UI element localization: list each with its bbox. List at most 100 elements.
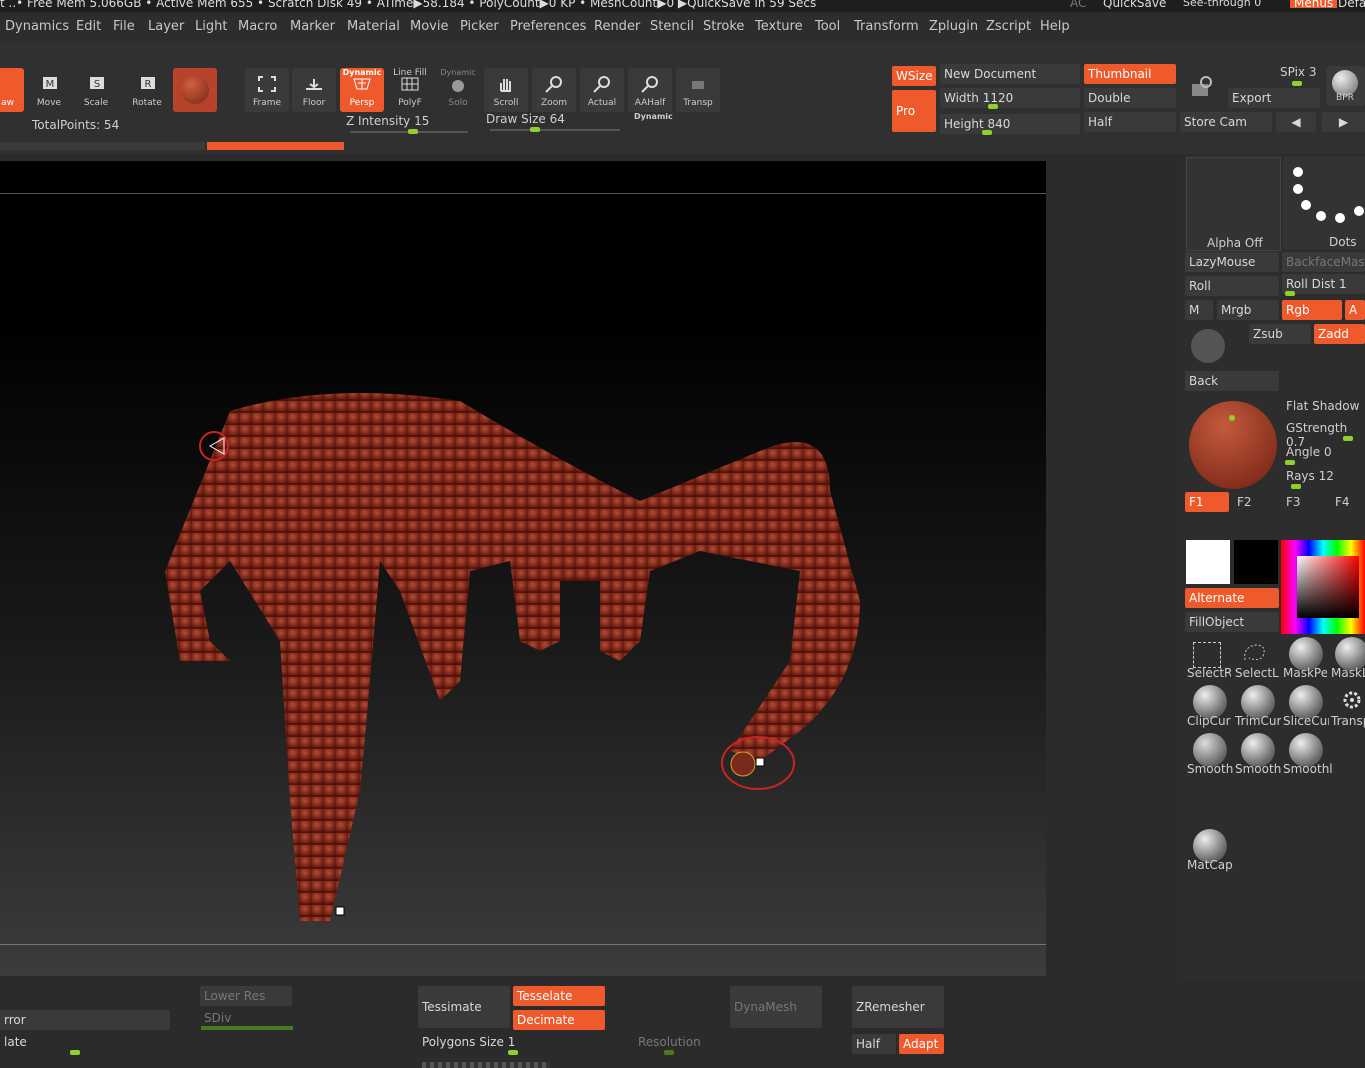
color-picker[interactable] — [1281, 540, 1365, 634]
menu-texture[interactable]: Texture — [755, 19, 803, 34]
next-cam-button[interactable]: ▶ — [1322, 112, 1365, 132]
error-slider[interactable]: rror — [0, 1010, 170, 1030]
f1-button[interactable]: F1 — [1185, 492, 1229, 512]
new-document-button[interactable]: New Document — [940, 64, 1080, 84]
rotate-button[interactable]: R Rotate — [125, 68, 169, 112]
menu-stroke[interactable]: Stroke — [703, 19, 744, 34]
document-canvas[interactable] — [0, 161, 1046, 976]
select-rect-icon[interactable] — [1193, 642, 1221, 668]
polyf-button[interactable]: Line Fill PolyF — [388, 68, 432, 112]
scale-button[interactable]: S Scale — [74, 68, 118, 112]
main-color-swatch[interactable] — [1186, 540, 1230, 584]
rgb-button[interactable]: Rgb — [1282, 300, 1342, 320]
zremesher-half-button[interactable]: Half — [852, 1034, 896, 1054]
menu-layer[interactable]: Layer — [148, 19, 184, 34]
see-through-slider[interactable]: See-through 0 — [1183, 0, 1273, 8]
menu-file[interactable]: File — [113, 19, 135, 34]
fillobject-button[interactable]: FillObject — [1185, 612, 1279, 632]
menu-marker[interactable]: Marker — [290, 19, 335, 34]
solo-button[interactable]: Dynamic Solo — [436, 68, 480, 112]
spix-slider[interactable]: SPix 3 — [1280, 65, 1316, 79]
move-button[interactable]: M Move — [27, 68, 71, 112]
select-lasso-icon[interactable] — [1241, 642, 1269, 666]
transp-button[interactable]: Transp — [676, 68, 720, 112]
zsub-button[interactable]: Zsub — [1249, 324, 1311, 344]
late-slider[interactable]: late — [0, 1032, 170, 1052]
height-slider[interactable]: Height 840 — [940, 114, 1080, 135]
zsphere-hand-model[interactable] — [0, 161, 1046, 976]
scroll-button[interactable]: Scroll — [484, 68, 528, 112]
dynamesh-button[interactable]: DynaMesh — [730, 986, 822, 1028]
menu-zplugin[interactable]: Zplugin — [929, 19, 978, 34]
polygons-size-knob[interactable] — [508, 1050, 518, 1055]
lazymouse-button[interactable]: LazyMouse — [1185, 252, 1279, 272]
pro-button[interactable]: Pro — [892, 90, 936, 132]
mrgb-button[interactable]: Mrgb — [1217, 300, 1279, 320]
m-button[interactable]: M — [1185, 300, 1213, 320]
frame-button[interactable]: Frame — [245, 68, 289, 112]
zremesher-button[interactable]: ZRemesher — [852, 986, 944, 1028]
zadd-button[interactable]: Zadd — [1314, 324, 1365, 344]
menus-toggle[interactable]: Menus — [1290, 0, 1338, 9]
export-button[interactable]: Export — [1228, 88, 1320, 108]
draw-size-knob[interactable] — [530, 127, 540, 132]
backfacemask-button[interactable]: BackfaceMask — [1282, 252, 1365, 272]
menu-light[interactable]: Light — [195, 19, 227, 34]
alternate-button[interactable]: Alternate — [1185, 588, 1279, 608]
angle-slider[interactable]: Angle 0 — [1286, 445, 1332, 459]
menu-help[interactable]: Help — [1040, 19, 1070, 34]
stroke-slot[interactable]: Dots — [1283, 157, 1365, 249]
alpha-slot[interactable]: Alpha Off — [1186, 157, 1281, 251]
bpr-button[interactable]: BPR — [1326, 66, 1365, 106]
menu-render[interactable]: Render — [594, 19, 640, 34]
light-sphere[interactable] — [1189, 401, 1277, 489]
thumbnail-button[interactable]: Thumbnail — [1084, 64, 1176, 84]
gstrength-knob[interactable] — [1343, 436, 1353, 441]
menu-zscript[interactable]: Zscript — [986, 19, 1031, 34]
rays-knob[interactable] — [1291, 484, 1301, 489]
f2-button[interactable]: F2 — [1237, 495, 1252, 509]
resolution-slider[interactable]: Resolution — [638, 1035, 701, 1049]
floor-button[interactable]: Floor — [292, 68, 336, 112]
angle-knob[interactable] — [1285, 460, 1295, 465]
menu-movie[interactable]: Movie — [410, 19, 448, 34]
back-button[interactable]: Back — [1185, 371, 1279, 391]
polygons-size-slider[interactable]: Polygons Size 1 — [418, 1032, 608, 1052]
resolution-knob[interactable] — [664, 1050, 674, 1055]
prev-cam-button[interactable]: ◀ — [1276, 112, 1316, 132]
menu-macro[interactable]: Macro — [238, 19, 277, 34]
half-button[interactable]: Half — [1084, 112, 1176, 132]
persp-button[interactable]: Dynamic Persp — [340, 68, 384, 112]
tesselate-button[interactable]: Tesselate — [513, 986, 605, 1006]
menu-material[interactable]: Material — [347, 19, 400, 34]
late-knob[interactable] — [70, 1050, 80, 1055]
z-intensity-knob[interactable] — [408, 129, 418, 134]
transpose-gear-icon[interactable] — [1339, 687, 1365, 713]
light-position-dot[interactable] — [1229, 415, 1235, 421]
menu-transform[interactable]: Transform — [854, 19, 919, 34]
quicksave-button[interactable]: QuickSave — [1103, 0, 1166, 9]
tessimate-button[interactable]: Tessimate — [418, 986, 510, 1028]
sdiv-slider[interactable]: SDiv — [204, 1011, 231, 1025]
aahalf-button[interactable]: AAHalf — [628, 68, 672, 112]
double-button[interactable]: Double — [1084, 88, 1176, 108]
draw-size-slider[interactable]: Draw Size 64 — [486, 112, 626, 132]
decimate-button[interactable]: Decimate — [513, 1010, 605, 1030]
menu-picker[interactable]: Picker — [460, 19, 499, 34]
menu-preferences[interactable]: Preferences — [510, 19, 586, 34]
f3-button[interactable]: F3 — [1286, 495, 1301, 509]
roll-dist-knob[interactable] — [1285, 291, 1295, 296]
width-slider[interactable]: Width 1120 — [940, 88, 1080, 109]
zoom-button[interactable]: Zoom — [532, 68, 576, 112]
menu-tool[interactable]: Tool — [815, 19, 840, 34]
adapt-button[interactable]: Adapt — [899, 1034, 944, 1054]
default-button[interactable]: Defa — [1338, 0, 1365, 9]
spix-knob[interactable] — [1292, 81, 1302, 86]
a-button[interactable]: A — [1345, 300, 1365, 320]
secondary-color-swatch[interactable] — [1234, 540, 1278, 584]
menu-stencil[interactable]: Stencil — [650, 19, 694, 34]
actual-button[interactable]: Actual — [580, 68, 624, 112]
wsize-button[interactable]: WSize — [892, 66, 936, 86]
z-intensity-slider[interactable]: Z Intensity 15 — [346, 114, 474, 134]
lower-res-button[interactable]: Lower Res — [200, 986, 292, 1006]
